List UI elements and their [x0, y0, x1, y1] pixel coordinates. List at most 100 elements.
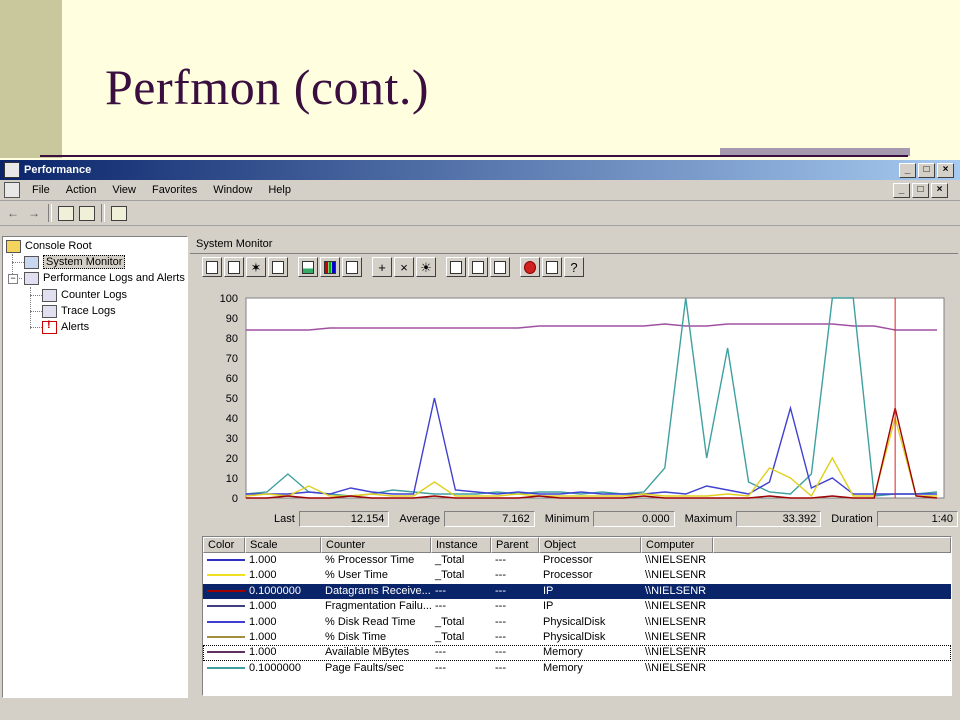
properties-icon[interactable] — [490, 257, 510, 277]
maximum-value: 33.392 — [736, 511, 822, 527]
collapse-icon[interactable]: − — [8, 274, 18, 284]
toolbar-separator — [101, 204, 105, 222]
view-report-icon[interactable] — [342, 257, 362, 277]
color-swatch-cell — [203, 615, 245, 630]
delete-counter-icon[interactable]: × — [394, 257, 414, 277]
menu-view[interactable]: View — [104, 184, 144, 196]
cell-scale: 1.000 — [249, 630, 277, 643]
minimize-button[interactable]: _ — [899, 162, 916, 178]
menu-favorites[interactable]: Favorites — [144, 184, 205, 196]
color-swatch — [207, 620, 245, 623]
tree-item-console-root[interactable]: Console Root — [6, 238, 92, 254]
cell-instance: --- — [435, 584, 446, 597]
paste-counter-list-icon[interactable] — [468, 257, 488, 277]
y-tick-label: 100 — [220, 293, 238, 305]
column-header-color[interactable]: Color — [203, 537, 245, 553]
column-header-instance[interactable]: Instance — [431, 537, 491, 553]
cell-instance: --- — [435, 661, 446, 674]
cell-scale: 1.000 — [249, 646, 277, 659]
forward-arrow-icon[interactable]: → — [25, 204, 43, 222]
table-row[interactable]: 1.000 % Disk Time _Total --- PhysicalDisk \\N… — [203, 630, 951, 645]
duration-value: 1:40 — [876, 511, 958, 527]
view-log-data-icon[interactable] — [268, 257, 288, 277]
tree-item-trace-logs[interactable]: Trace Logs — [42, 303, 116, 319]
column-header-parent[interactable]: Parent — [491, 537, 539, 553]
table-row[interactable]: 0.1000000 Datagrams Receive... --- --- IP \\N… — [203, 583, 951, 600]
view-current-activity-icon[interactable]: ✶ — [246, 257, 266, 277]
menubar: File Action View Favorites Window Help _… — [0, 180, 960, 201]
menu-action[interactable]: Action — [58, 184, 105, 196]
tree-item-label: Alerts — [61, 321, 90, 333]
color-swatch-cell — [203, 553, 245, 568]
child-close-button[interactable]: × — [931, 183, 948, 198]
y-tick-label: 50 — [226, 393, 238, 405]
column-header-computer[interactable]: Computer — [641, 537, 713, 553]
performance-logs-icon — [24, 271, 39, 285]
window-titlebar[interactable]: Performance _ □ × — [0, 160, 960, 180]
table-row[interactable]: 1.000 Fragmentation Failu... --- --- IP \\NIE… — [203, 599, 951, 614]
cell-object: Processor — [543, 554, 593, 566]
tree-item-performance-logs[interactable]: Performance Logs and Alerts — [24, 270, 185, 286]
color-swatch-cell — [203, 630, 245, 645]
cell-computer: \\NIELSENR — [645, 630, 707, 643]
y-tick-label: 40 — [226, 413, 238, 425]
show-hide-tree-icon[interactable] — [78, 204, 96, 222]
color-swatch — [207, 589, 245, 592]
column-header-scale[interactable]: Scale — [245, 537, 321, 553]
back-arrow-icon[interactable]: ← — [4, 204, 22, 222]
tree-item-system-monitor[interactable]: System Monitor — [24, 254, 126, 270]
child-restore-button[interactable]: □ — [912, 183, 929, 198]
menu-window[interactable]: Window — [205, 184, 260, 196]
trace-log-icon — [42, 304, 57, 318]
table-row[interactable]: 1.000 % Disk Read Time _Total --- PhysicalDi… — [203, 615, 951, 630]
cell-counter: Fragmentation Failu... — [325, 600, 431, 613]
help-icon[interactable] — [110, 204, 128, 222]
view-histogram-icon[interactable] — [320, 257, 340, 277]
column-header-object[interactable]: Object — [539, 537, 641, 553]
clear-display-icon[interactable] — [224, 257, 244, 277]
close-button[interactable]: × — [937, 162, 954, 178]
performance-app-icon — [4, 162, 20, 178]
counter-log-icon — [42, 288, 57, 302]
cell-computer: \\NIELSENR — [645, 600, 707, 613]
up-one-level-icon[interactable] — [57, 204, 75, 222]
table-row[interactable]: 1.000 Available MBytes --- --- Memory \\NIELS… — [203, 645, 951, 661]
child-minimize-button[interactable]: _ — [893, 183, 910, 198]
table-row[interactable]: 0.1000000 Page Faults/sec --- --- Memory \\NI… — [203, 661, 951, 676]
pane-header: System Monitor — [190, 236, 958, 254]
menu-file[interactable]: File — [24, 184, 58, 196]
column-header-counter[interactable]: Counter — [321, 537, 431, 553]
graph-svg: 1009080706050403020100 — [220, 293, 945, 502]
average-label: Average — [399, 513, 441, 525]
cell-instance: _Total — [435, 615, 465, 628]
tree-item-label: Performance Logs and Alerts — [43, 272, 185, 284]
value-bar: Last 12.154 Average 7.162 Minimum 0.000 … — [190, 510, 958, 528]
copy-properties-icon[interactable] — [446, 257, 466, 277]
help-icon[interactable]: ? — [564, 257, 584, 277]
restore-button[interactable]: □ — [918, 162, 935, 178]
counter-legend-table: Color Scale Counter Instance Parent Obje… — [202, 536, 952, 696]
color-swatch — [207, 559, 245, 562]
cell-parent: --- — [495, 630, 506, 643]
highlight-icon[interactable]: ☀ — [416, 257, 436, 277]
duration-label: Duration — [831, 513, 873, 525]
update-data-icon[interactable] — [542, 257, 562, 277]
cell-counter: % Disk Time — [325, 630, 387, 643]
y-tick-label: 60 — [226, 373, 238, 385]
freeze-display-icon[interactable] — [520, 257, 540, 277]
maximum-label: Maximum — [684, 513, 733, 525]
tree-item-alerts[interactable]: Alerts — [42, 319, 89, 335]
cell-counter: Datagrams Receive... — [325, 584, 431, 597]
alert-icon — [42, 319, 57, 334]
view-graph-icon[interactable] — [298, 257, 318, 277]
cell-object: Memory — [543, 646, 583, 659]
table-row[interactable]: 1.000 % User Time _Total --- Processor \\NIEL… — [203, 568, 951, 583]
tree-item-counter-logs[interactable]: Counter Logs — [42, 287, 127, 303]
menu-help[interactable]: Help — [260, 184, 299, 196]
table-row[interactable]: 1.000 % Processor Time _Total --- Processor \… — [203, 553, 951, 568]
add-counter-icon[interactable]: + — [372, 257, 392, 277]
cell-scale: 1.000 — [249, 600, 277, 613]
console-icon[interactable] — [4, 182, 20, 198]
new-counter-set-icon[interactable] — [202, 257, 222, 277]
tree-item-label: Counter Logs — [61, 289, 128, 301]
